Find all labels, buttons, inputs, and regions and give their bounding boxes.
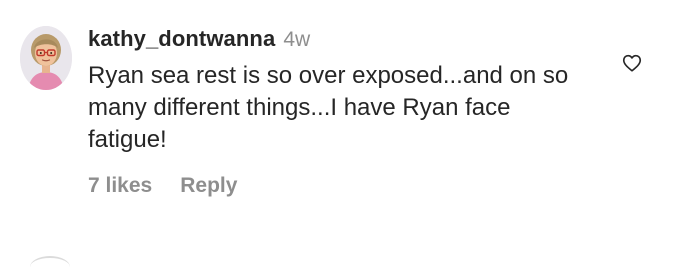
like-button[interactable] [621, 52, 643, 74]
comment-text: Ryan sea rest is so over exposed...and o… [88, 62, 569, 153]
avatar[interactable] [20, 26, 72, 90]
comment: kathy_dontwanna 4w Ryan sea rest is so o… [0, 0, 680, 262]
comment-actions: 7 likes Reply [88, 174, 237, 198]
username[interactable]: kathy_dontwanna [88, 26, 275, 52]
likes-count[interactable]: 7 likes [88, 174, 152, 198]
bitmoji-avatar-icon [20, 26, 72, 90]
heart-outline-icon [622, 54, 642, 72]
comment-header: kathy_dontwanna 4w [88, 26, 310, 54]
next-comment-avatar [30, 256, 70, 278]
timestamp: 4w [283, 28, 311, 51]
reply-button[interactable]: Reply [180, 174, 237, 198]
